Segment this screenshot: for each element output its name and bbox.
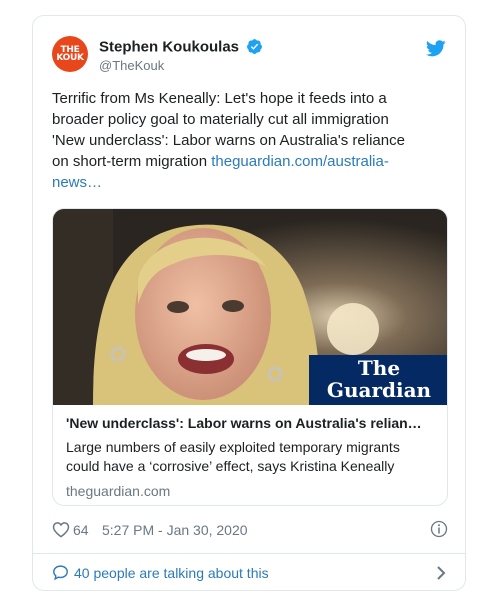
link-preview-card[interactable]: The Guardian 'New underclass': Labor war… xyxy=(52,208,448,506)
guardian-logo-line1: The xyxy=(357,356,401,380)
link-card-description: Large numbers of easily exploited tempor… xyxy=(66,439,400,474)
avatar[interactable]: THE KOUK xyxy=(52,36,88,72)
link-card-domain: theguardian.com xyxy=(66,483,171,499)
tweet-meta: 64 5:27 PM - Jan 30, 2020 xyxy=(52,520,448,542)
user-handle[interactable]: @TheKouk xyxy=(99,58,164,73)
link-card-body: 'New underclass': Labor warns on Austral… xyxy=(66,414,436,500)
tweet-timestamp[interactable]: 5:27 PM - Jan 30, 2020 xyxy=(102,522,248,538)
guardian-logo: The Guardian xyxy=(309,355,447,405)
info-icon[interactable] xyxy=(430,520,448,538)
divider xyxy=(33,553,465,554)
verified-badge-icon xyxy=(247,39,263,55)
tweet-header: THE KOUK Stephen Koukoulas @TheKouk xyxy=(52,36,448,76)
guardian-logo-line2: Guardian xyxy=(326,378,432,402)
chevron-right-icon[interactable] xyxy=(434,565,448,581)
like-count[interactable]: 64 xyxy=(73,522,89,538)
tweet-card: THE KOUK Stephen Koukoulas @TheKouk Terr… xyxy=(32,15,466,591)
link-card-title: 'New underclass': Labor warns on Austral… xyxy=(66,415,422,431)
display-name[interactable]: Stephen Koukoulas xyxy=(99,38,239,55)
twitter-bird-icon[interactable] xyxy=(426,40,446,57)
article-photo: The Guardian xyxy=(53,209,447,405)
talking-count-link[interactable]: 40 people are talking about this xyxy=(74,565,269,581)
avatar-text: THE KOUK xyxy=(56,45,84,63)
reply-bubble-icon xyxy=(53,565,68,581)
conversation-footer[interactable]: 40 people are talking about this xyxy=(52,563,448,585)
tweet-text: Terrific from Ms Keneally: Let's hope it… xyxy=(52,88,412,193)
heart-icon[interactable] xyxy=(52,521,70,538)
name-row: Stephen Koukoulas xyxy=(99,38,263,58)
